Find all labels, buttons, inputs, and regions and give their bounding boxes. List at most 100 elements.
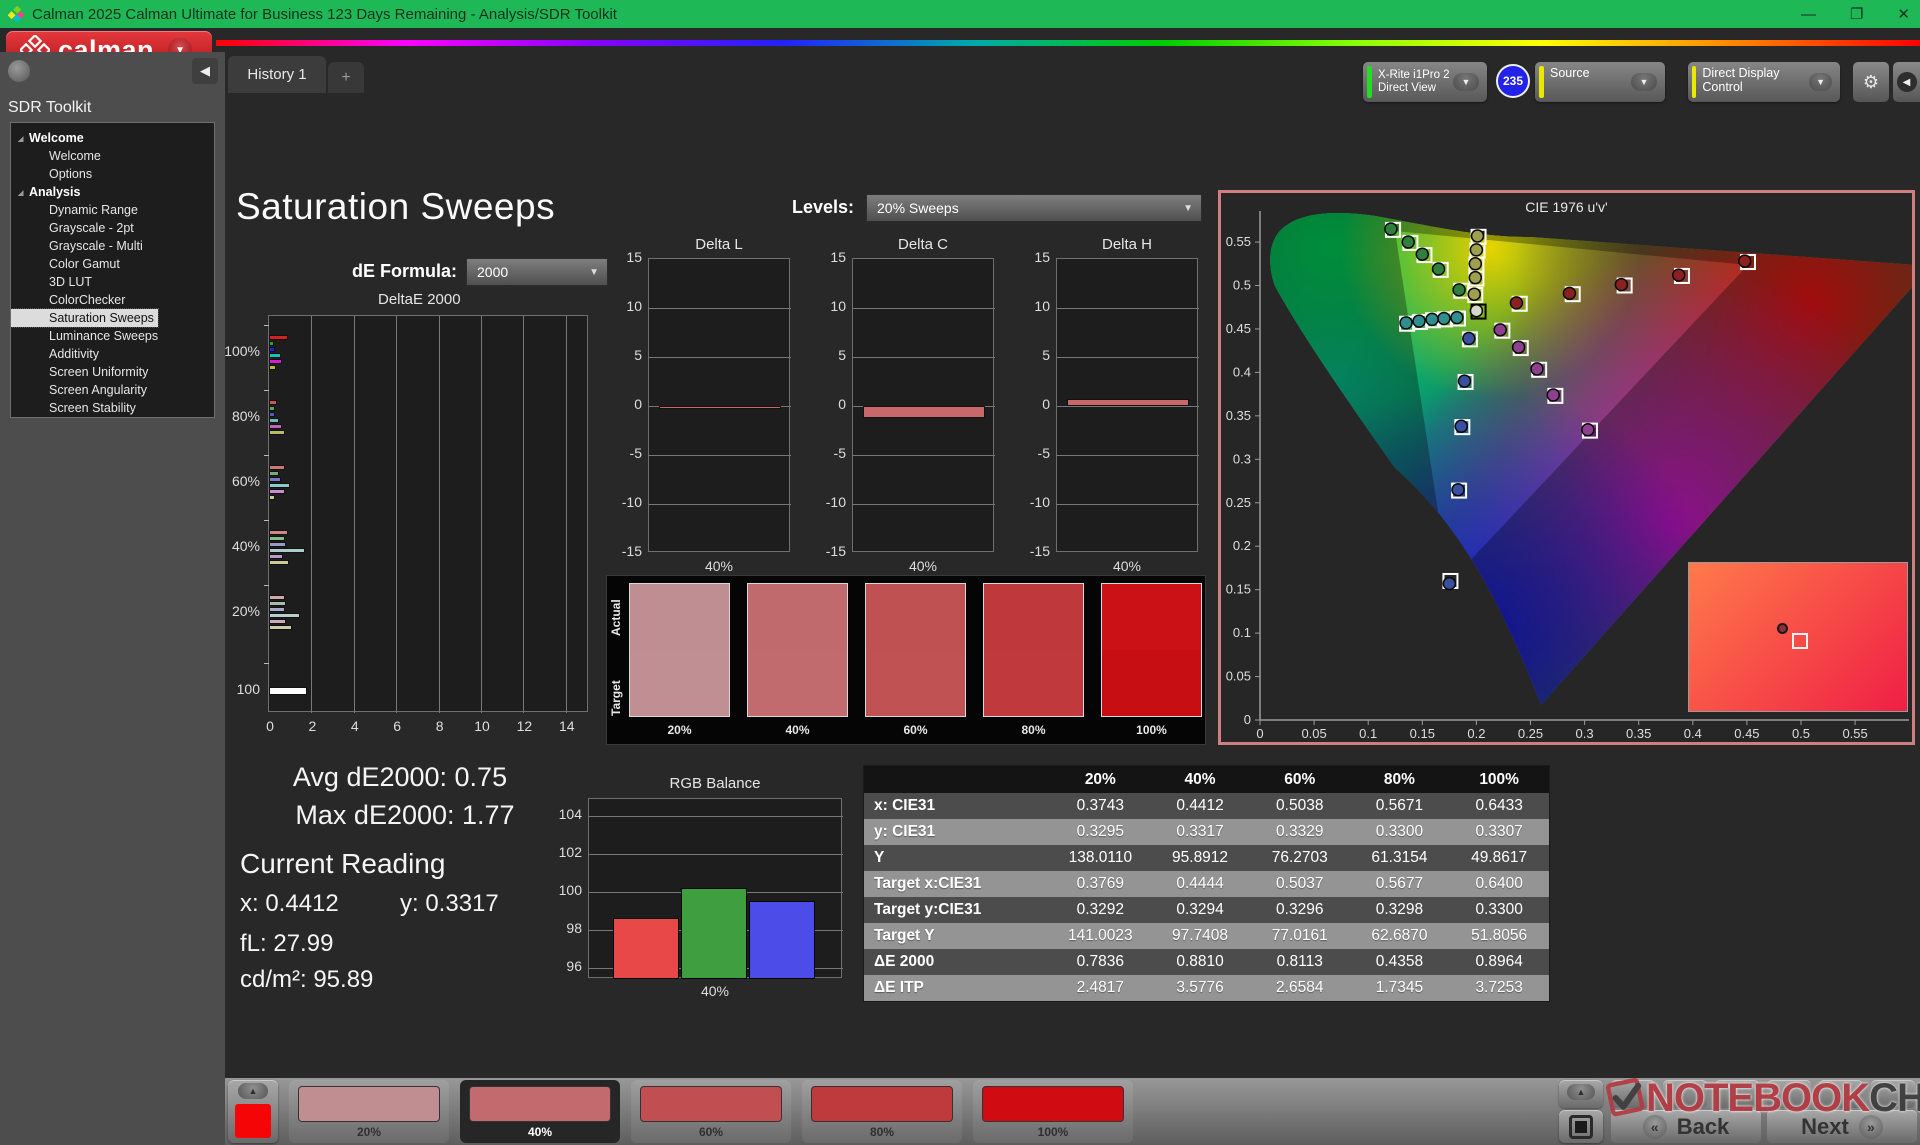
gridline [853,308,995,309]
sidebar-item-welcome[interactable]: Welcome [11,147,214,165]
cie-measured-red [1563,287,1575,299]
de-formula-label: dE Formula: [352,261,457,282]
chevron-up-icon: ▲ [238,1083,268,1099]
tree-section-header[interactable]: ◢Welcome [11,129,214,147]
cie-measured-blue [1452,484,1464,496]
pattern-button-20%[interactable]: 20% [289,1080,449,1143]
pattern-button-60%[interactable]: 60% [631,1080,791,1143]
quick-button-1[interactable] [1611,1080,1655,1108]
sidebar-item-colorchecker[interactable]: ColorChecker [11,291,214,309]
svg-text:0.4: 0.4 [1684,726,1702,741]
sidebar-item-color-gamut[interactable]: Color Gamut [11,255,214,273]
sidebar-dot-button[interactable] [8,60,30,82]
deltae-x-tick: 0 [260,718,280,734]
tab-add-button[interactable]: + [328,62,364,93]
delta-x-label: 40% [648,558,790,574]
target-swatch-half [748,650,847,716]
reading-fl: fL: 27.99 [240,930,333,958]
calman-app-icon [8,6,24,22]
chevron-down-icon[interactable]: ▼ [1453,73,1479,91]
levels-dropdown[interactable]: 20% Sweeps ▼ [866,194,1202,222]
quick-button-6[interactable] [1871,1080,1915,1108]
svg-text:0.5: 0.5 [1233,278,1251,293]
pattern-label: 60% [631,1125,791,1139]
delta-y-tick: 0 [612,396,642,412]
sidebar-item-additivity[interactable]: Additivity [11,345,214,363]
deltae-bar-60%-red [269,465,285,470]
deltae-bar-20%-magenta [269,619,286,624]
pattern-button-40%[interactable]: 40% [460,1080,620,1143]
sidebar-item-3d-lut[interactable]: 3D LUT [11,273,214,291]
row-label: Target Y [864,927,1050,945]
row-label: ΔE 2000 [864,953,1050,971]
pattern-window-button[interactable]: ▲ [228,1080,278,1143]
sidebar-item-grayscale-multi[interactable]: Grayscale - Multi [11,237,214,255]
tree-section-header[interactable]: ◢Analysis [11,183,214,201]
deltae-y-tick: 20% [216,603,260,619]
deltae-bar-20%-red [269,595,285,600]
sidebar-item-grayscale-2pt[interactable]: Grayscale - 2pt [11,219,214,237]
meter-dropdown[interactable]: X-Rite i1Pro 2 Direct View ▼ [1363,62,1487,102]
gridline [1057,308,1199,309]
quick-button-2[interactable] [1663,1080,1707,1108]
svg-text:0.35: 0.35 [1626,726,1651,741]
delta-y-tick: -10 [816,494,846,510]
sidebar-item-dynamic-range[interactable]: Dynamic Range [11,201,214,219]
sidebar-item-screen-uniformity[interactable]: Screen Uniformity [11,363,214,381]
pattern-button-80%[interactable]: 80% [802,1080,962,1143]
sidebar-item-saturation-sweeps[interactable]: Saturation Sweeps [11,309,158,327]
cie-measured-red [1615,279,1627,291]
pattern-label: 20% [289,1125,449,1139]
chevron-down-icon[interactable]: ▼ [1631,73,1657,91]
pattern-button-100%[interactable]: 100% [973,1080,1133,1143]
svg-text:0: 0 [1244,712,1251,727]
meter-count-badge[interactable]: 235 [1496,64,1530,98]
expand-patterns-button[interactable]: ▲ [1559,1080,1603,1108]
panel-collapse-button[interactable]: ◀ [1893,62,1920,102]
sidebar-item-screen-stability[interactable]: Screen Stability [11,399,214,417]
compare-swatch-60% [865,583,966,717]
table-row: ΔE ITP2.48173.57762.65841.73453.7253 [864,975,1549,1001]
table-cell: 51.8056 [1449,927,1549,945]
delta-y-tick: 5 [1020,347,1050,363]
sidebar-item-luminance-sweeps[interactable]: Luminance Sweeps [11,327,214,345]
sidebar-item-options[interactable]: Options [11,165,214,183]
deltae-bar-100%-blue [269,347,275,352]
sidebar-item-spectral-power-dist-[interactable]: Spectral Power Dist. [11,417,214,418]
source-dropdown[interactable]: Source ▼ [1535,62,1665,102]
table-row: Target y:CIE310.32920.32940.32960.32980.… [864,897,1549,923]
cie-measured-magenta [1494,324,1506,336]
row-label: y: CIE31 [864,823,1050,841]
sidebar-item-screen-angularity[interactable]: Screen Angularity [11,381,214,399]
svg-text:0.25: 0.25 [1518,726,1543,741]
quick-button-4[interactable] [1767,1080,1811,1108]
next-button[interactable]: Next » [1767,1110,1917,1143]
gridline [566,316,567,713]
display-status-stripe [1692,66,1696,98]
compare-swatch-80% [983,583,1084,717]
table-cell: 0.5038 [1250,797,1350,815]
deltae-x-tick: 6 [387,718,407,734]
gear-icon[interactable]: ⚙ [1853,62,1889,102]
deltae-bar-100%-magenta [269,359,282,364]
delta-y-tick: -10 [612,494,642,510]
back-button[interactable]: « Back [1611,1110,1761,1143]
rgb-plot-area [588,798,842,978]
close-button[interactable]: ✕ [1897,5,1910,23]
de-formula-dropdown[interactable]: 2000 ▼ [466,258,608,286]
sidebar-collapse-button[interactable]: ◀ [192,58,218,84]
display-control-dropdown[interactable]: Direct Display Control ▼ [1688,62,1840,102]
rgb-y-tick: 96 [552,958,582,974]
deltae-bar-20%-cyan [269,613,300,618]
actual-row-label: Actual [609,599,623,636]
minimize-button[interactable]: — [1801,6,1816,23]
stop-button[interactable] [1559,1110,1603,1143]
tab-history-1[interactable]: History 1 [228,56,326,93]
restore-button[interactable]: ❐ [1850,5,1863,23]
chevron-down-icon[interactable]: ▼ [1809,73,1832,91]
gridline [523,316,524,713]
chevron-up-icon: ▲ [1567,1084,1595,1100]
quick-button-3[interactable] [1715,1080,1759,1108]
quick-button-5[interactable] [1819,1080,1863,1108]
delta-chart-title: Delta H [1056,236,1198,253]
